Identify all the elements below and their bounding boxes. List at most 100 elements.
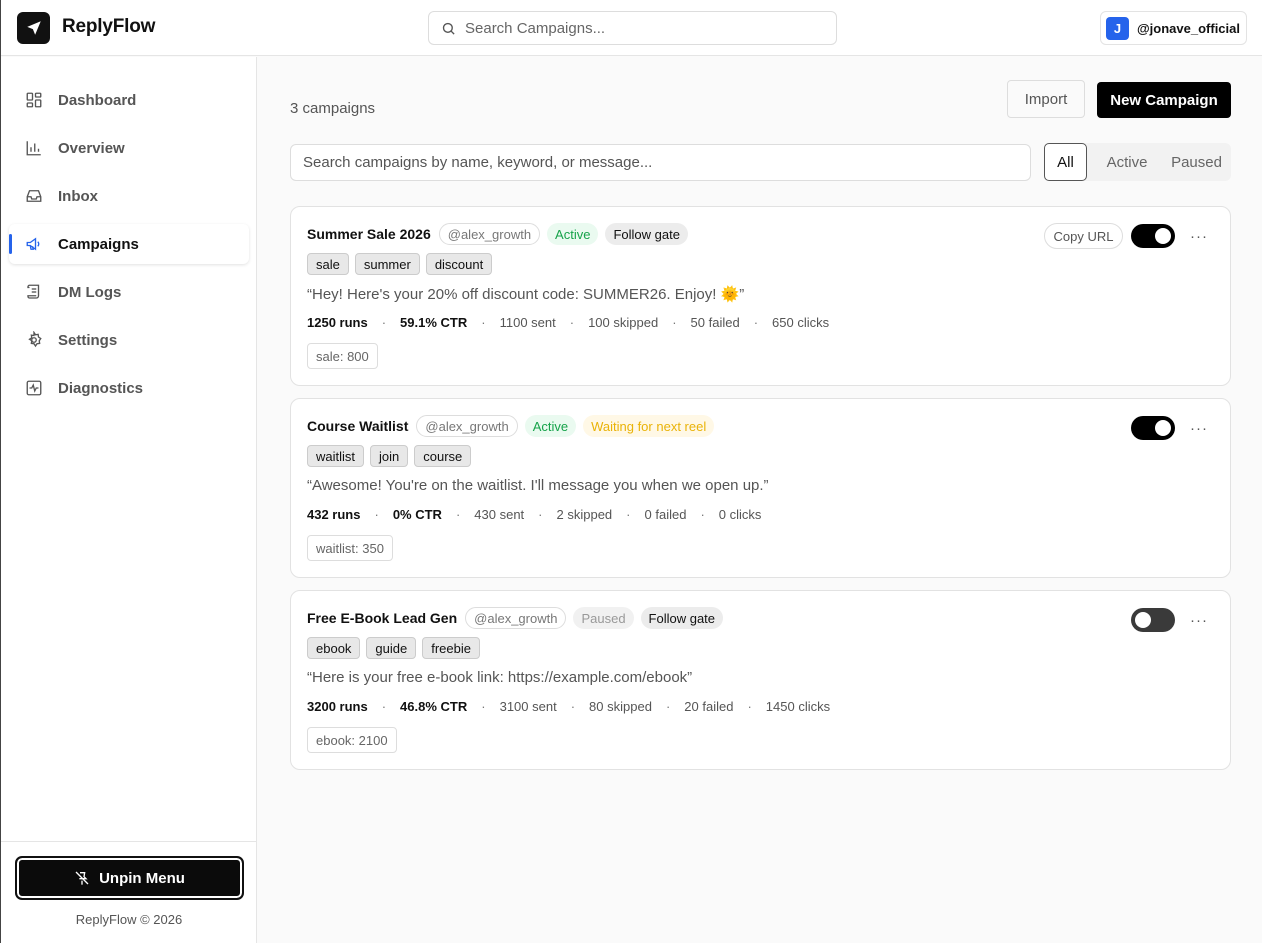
sidebar-item-label: DM Logs [58, 284, 122, 301]
dashboard-icon [26, 92, 42, 108]
stat-runs: 3200 runs [307, 699, 368, 714]
campaign-card[interactable]: Free E-Book Lead Gen @alex_growth Paused… [290, 590, 1231, 770]
campaign-count: 3 campaigns [290, 100, 376, 117]
gate-badge: Waiting for next reel [583, 415, 715, 437]
bar-chart-icon [26, 141, 41, 156]
user-menu[interactable]: J @jonave_official [1100, 11, 1247, 45]
keyword-tag: discount [425, 253, 493, 275]
stat-sent: 430 sent [474, 507, 525, 522]
sidebar-item-dashboard[interactable]: Dashboard [9, 80, 249, 120]
campaign-filter-input[interactable] [290, 144, 1031, 181]
keyword-tag: freebie [422, 637, 480, 659]
stat-runs: 432 runs [307, 507, 361, 522]
status-filter: All Active Paused [1044, 143, 1231, 181]
campaign-title: Course Waitlist [307, 418, 409, 434]
sidebar-item-settings[interactable]: Settings [9, 320, 249, 360]
unpin-menu-button[interactable]: Unpin Menu [15, 856, 244, 900]
sidebar-item-diagnostics[interactable]: Diagnostics [9, 368, 249, 408]
avatar: J [1106, 16, 1129, 40]
main-content: 3 campaigns Import New Campaign All Acti… [258, 57, 1262, 943]
campaign-card[interactable]: Course Waitlist @alex_growth Active Wait… [290, 398, 1231, 578]
toggle-knob [1155, 228, 1171, 244]
campaign-stats: 1250 runs · 59.1% CTR · 1100 sent · 100 ski… [307, 315, 830, 330]
scroll-icon [27, 284, 40, 299]
inbox-icon [26, 190, 42, 202]
sidebar-item-label: Settings [58, 332, 118, 349]
stat-sent: 1100 sent [499, 315, 556, 330]
stat-failed: 0 failed [644, 507, 687, 522]
more-options-icon[interactable]: ··· [1187, 224, 1211, 248]
sidebar-item-label: Dashboard [58, 92, 137, 109]
campaign-stats: 3200 runs · 46.8% CTR · 3100 sent · 80 skip… [307, 699, 831, 714]
send-icon [26, 21, 41, 35]
sidebar-item-inbox[interactable]: Inbox [9, 176, 249, 216]
campaign-stats: 432 runs · 0% CTR · 430 sent · 2 skipped · 0… [307, 507, 762, 522]
sidebar-item-label: Overview [58, 140, 125, 157]
stat-failed: 20 failed [684, 699, 734, 714]
import-button[interactable]: Import [1007, 80, 1085, 118]
active-indicator [9, 234, 12, 254]
keyword-tag: guide [366, 637, 417, 659]
sidebar-item-label: Campaigns [58, 236, 139, 253]
top-header: ReplyFlow J @jonave_official [1, 0, 1262, 56]
keyword-tag: join [370, 445, 409, 467]
copy-url-button[interactable]: Copy URL [1044, 223, 1123, 249]
stat-sent: 3100 sent [499, 699, 557, 714]
gate-badge: Follow gate [605, 223, 688, 245]
campaign-message: “Here is your free e-book link: https://… [307, 669, 693, 686]
sidebar-item-overview[interactable]: Overview [9, 128, 249, 168]
sidebar-item-campaigns[interactable]: Campaigns [9, 224, 249, 264]
stat-clicks: 0 clicks [718, 507, 762, 522]
keyword-tag: ebook [307, 637, 361, 659]
gear-icon [28, 331, 42, 348]
status-badge: Active [524, 415, 577, 437]
new-campaign-button[interactable]: New Campaign [1097, 82, 1231, 118]
keyword-tag: sale [307, 253, 349, 275]
stat-skipped: 80 skipped [589, 699, 652, 714]
pin-off-icon [75, 871, 89, 885]
logo[interactable] [17, 12, 50, 44]
activity-icon [26, 380, 42, 396]
sidebar-item-label: Diagnostics [58, 380, 144, 397]
search-icon [442, 22, 455, 35]
campaign-title: Free E-Book Lead Gen [307, 610, 458, 626]
more-options-icon[interactable]: ··· [1187, 608, 1211, 632]
campaign-message: “Awesome! You're on the waitlist. I'll m… [307, 477, 769, 494]
keyword-tag: summer [354, 253, 420, 275]
filter-paused[interactable]: Paused [1162, 145, 1231, 179]
stat-failed: 50 failed [690, 315, 740, 330]
toggle-knob [1135, 612, 1151, 628]
stat-ctr: 0% CTR [392, 507, 442, 522]
keyword-tag: waitlist [307, 445, 365, 467]
sidebar-item-label: Inbox [58, 188, 98, 205]
status-badge: Paused [573, 607, 634, 629]
megaphone-icon [26, 237, 40, 251]
campaign-toggle[interactable] [1131, 416, 1175, 440]
more-options-icon[interactable]: ··· [1187, 416, 1211, 440]
sidebar: Dashboard Overview Inbox Campaigns DM Lo… [1, 57, 257, 943]
unpin-label: Unpin Menu [99, 869, 185, 887]
stat-skipped: 100 skipped [588, 315, 659, 330]
stat-clicks: 650 clicks [772, 315, 830, 330]
stat-clicks: 1450 clicks [765, 699, 831, 714]
filter-active[interactable]: Active [1092, 145, 1162, 179]
copyright: ReplyFlow © 2026 [75, 912, 183, 927]
keyword-tag: course [414, 445, 472, 467]
campaign-search-input[interactable] [465, 12, 825, 44]
keyword-breakdown: waitlist: 350 [307, 535, 393, 561]
user-handle: @jonave_official [1137, 20, 1240, 36]
keyword-breakdown: sale: 800 [307, 343, 378, 369]
top-search[interactable] [428, 11, 837, 45]
filter-all[interactable]: All [1044, 143, 1087, 181]
status-badge: Active [547, 223, 599, 245]
campaign-toggle[interactable] [1131, 224, 1175, 248]
campaign-card[interactable]: Summer Sale 2026 @alex_growth Active Fol… [290, 206, 1231, 386]
campaign-toggle[interactable] [1131, 608, 1175, 632]
stat-skipped: 2 skipped [556, 507, 613, 522]
stat-ctr: 59.1% CTR [400, 315, 468, 330]
stat-runs: 1250 runs [307, 315, 368, 330]
account-badge: @alex_growth [465, 607, 567, 629]
account-badge: @alex_growth [416, 415, 518, 437]
sidebar-item-dm-logs[interactable]: DM Logs [9, 272, 249, 312]
campaign-title: Summer Sale 2026 [307, 226, 431, 242]
